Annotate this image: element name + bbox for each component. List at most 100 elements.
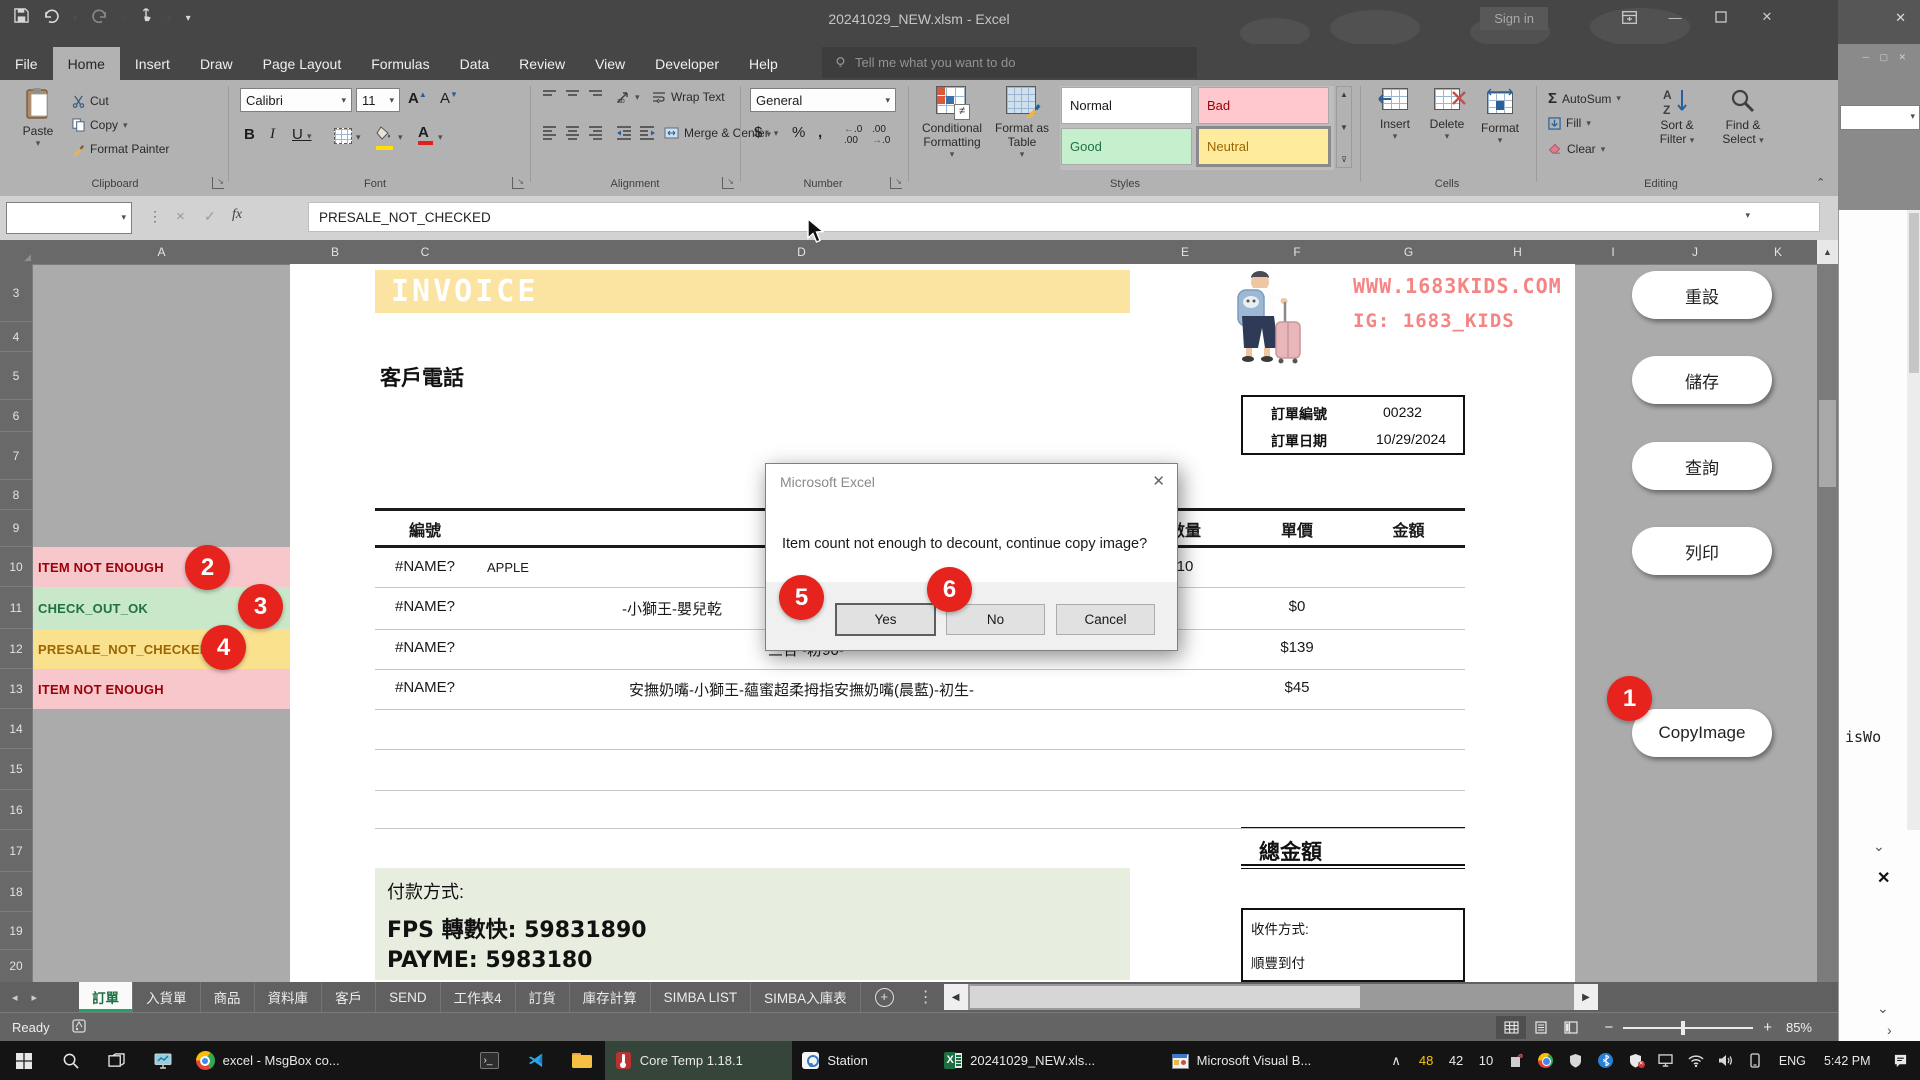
row-header-16[interactable]: 16 (0, 790, 33, 830)
hscroll-left-icon[interactable]: ◀ (944, 984, 968, 1010)
row-header-18[interactable]: 18 (0, 872, 33, 912)
underline-button[interactable]: U ▾ (292, 126, 312, 143)
macro-record-icon[interactable] (72, 1019, 86, 1036)
row-header-13[interactable]: 13 (0, 669, 33, 709)
tab-page-layout[interactable]: Page Layout (248, 47, 357, 80)
bold-button[interactable]: B (244, 126, 255, 143)
tray-wifi-icon[interactable] (1681, 1041, 1711, 1080)
tab-insert[interactable]: Insert (120, 47, 185, 80)
expand-formula-bar-icon[interactable]: ▾ (1745, 210, 1750, 221)
tab-developer[interactable]: Developer (640, 47, 734, 80)
coretemp-tray-temp-3[interactable]: 10 (1471, 1041, 1501, 1080)
autosum-button[interactable]: Σ AutoSum▾ (1548, 90, 1621, 107)
cut-button[interactable]: Cut (72, 94, 109, 108)
sign-in-button[interactable]: Sign in (1480, 7, 1548, 30)
alignment-dialog-launcher-icon[interactable]: ↘ (722, 177, 734, 189)
pinned-explorer-button[interactable] (559, 1041, 605, 1080)
decrease-decimal-button[interactable]: .00→.0 (872, 124, 890, 146)
font-color-button[interactable]: A (418, 124, 433, 145)
row-header-19[interactable]: 19 (0, 912, 33, 950)
zoom-in-icon[interactable]: + (1763, 1019, 1772, 1036)
task-view-button[interactable] (94, 1041, 140, 1080)
vertical-scrollbar[interactable] (1817, 264, 1838, 982)
hscroll-right-icon[interactable]: ▶ (1574, 984, 1598, 1010)
style-bad[interactable]: Bad (1198, 87, 1329, 124)
style-good[interactable]: Good (1061, 128, 1192, 165)
save-macro-button[interactable]: 儲存 (1632, 356, 1772, 404)
tray-chrome-icon[interactable] (1531, 1041, 1561, 1080)
taskbar-coretemp-window[interactable]: Core Temp 1.18.1 (605, 1041, 793, 1080)
column-header-f[interactable]: F (1237, 240, 1358, 265)
sheet-tab-dingdan[interactable]: 訂單 (79, 982, 133, 1012)
taskbar-vb-window[interactable]: Microsoft Visual B... (1162, 1041, 1382, 1080)
tray-device-icon[interactable] (1501, 1041, 1531, 1080)
close-button[interactable]: ✕ (1744, 0, 1790, 34)
column-header-i[interactable]: I (1575, 240, 1652, 265)
column-header-g[interactable]: G (1357, 240, 1461, 265)
style-neutral[interactable]: Neutral (1198, 128, 1329, 165)
reset-macro-button[interactable]: 重設 (1632, 271, 1772, 319)
zoom-level[interactable]: 85% (1786, 1020, 1812, 1035)
pinned-terminal-button[interactable]: ›_ (467, 1041, 513, 1080)
coretemp-tray-temp-2[interactable]: 42 (1441, 1041, 1471, 1080)
page-layout-view-icon[interactable] (1526, 1016, 1556, 1039)
tab-data[interactable]: Data (445, 47, 505, 80)
table-row-1-name[interactable]: APPLE (487, 560, 529, 575)
sheet-tab-simba-list[interactable]: SIMBA LIST (651, 982, 752, 1012)
table-row-2-name[interactable]: -小獅王-嬰兒乾 (622, 598, 722, 619)
row-header-7[interactable]: 7 (0, 432, 33, 480)
accounting-format-button[interactable]: $ ▾ (754, 124, 771, 141)
status-cell-item-not-enough-2[interactable]: ITEM NOT ENOUGH (33, 669, 290, 709)
ribbon-display-options-icon[interactable] (1606, 0, 1652, 34)
delete-cells-button[interactable]: Delete▾ (1424, 88, 1470, 142)
insert-cells-button[interactable]: Insert▾ (1372, 88, 1418, 142)
font-color-dropdown-icon[interactable]: ▾ (438, 132, 443, 143)
formula-input[interactable]: PRESALE_NOT_CHECKED (308, 202, 1820, 232)
column-header-k[interactable]: K (1739, 240, 1818, 265)
row-header-15[interactable]: 15 (0, 749, 33, 790)
table-row-4-name[interactable]: 安撫奶嘴-小獅王-蘊蜜超柔拇指安撫奶嘴(晨藍)-初生- (470, 679, 1133, 700)
borders-button[interactable] (334, 128, 352, 144)
row-header-12[interactable]: 12 (0, 629, 33, 669)
sheet-tab-shangpin[interactable]: 商品 (201, 982, 255, 1012)
orientation-button[interactable]: ab▾ (616, 90, 640, 104)
dialog-close-icon[interactable]: ✕ (1152, 472, 1165, 490)
format-cells-button[interactable]: Format▾ (1476, 88, 1524, 146)
gallery-more-icon[interactable]: ⊽ (1341, 155, 1347, 164)
row-header-10[interactable]: 10 (0, 547, 33, 587)
tab-review[interactable]: Review (504, 47, 580, 80)
tell-me-search[interactable]: Tell me what you want to do (822, 47, 1197, 78)
grow-font-button[interactable]: A▲ (408, 90, 427, 107)
tab-draw[interactable]: Draw (185, 47, 248, 80)
tray-expand-icon[interactable]: ∧ (1381, 1041, 1411, 1080)
wrap-text-button[interactable]: Wrap Text (652, 90, 725, 104)
name-box[interactable]: ▾ (6, 202, 132, 234)
percent-style-button[interactable]: % (792, 124, 805, 141)
column-header-b[interactable]: B (290, 240, 381, 265)
table-row-2-code[interactable]: #NAME? (380, 598, 470, 615)
row-header-6[interactable]: 6 (0, 400, 33, 432)
maximize-button[interactable] (1698, 0, 1744, 34)
vb-close-pane-icon[interactable]: ✕ (1877, 868, 1890, 888)
row-header-3[interactable]: 3 (0, 264, 33, 322)
fill-button[interactable]: Fill▾ (1548, 116, 1591, 130)
sheet-tab-simba-rukubiao[interactable]: SIMBA入庫表 (751, 982, 861, 1012)
page-break-view-icon[interactable] (1556, 1016, 1586, 1039)
status-cell-item-not-enough-1[interactable]: ITEM NOT ENOUGH (33, 547, 290, 587)
fill-color-dropdown-icon[interactable]: ▾ (398, 132, 403, 143)
column-header-j[interactable]: J (1651, 240, 1740, 265)
tray-volume-icon[interactable] (1711, 1041, 1741, 1080)
conditional-formatting-button[interactable]: ≠ Conditional Formatting ▾ (916, 86, 988, 160)
vb-chevron-down-2-icon[interactable]: ⌄ (1877, 1000, 1889, 1017)
minimize-button[interactable]: — (1652, 0, 1698, 34)
format-as-table-button[interactable]: Format as Table ▾ (990, 86, 1054, 160)
tabbar-more-icon[interactable]: ⋮ (908, 982, 944, 1012)
clear-button[interactable]: Clear▾ (1548, 142, 1605, 156)
sort-filter-button[interactable]: AZ Sort & Filter ▾ (1648, 86, 1706, 146)
row-header-8[interactable]: 8 (0, 480, 33, 510)
font-family-select[interactable]: Calibri▾ (240, 88, 352, 112)
italic-button[interactable]: I (270, 126, 275, 143)
sheet-nav-arrows[interactable]: ◂▸ (0, 982, 49, 1012)
style-normal[interactable]: Normal (1061, 87, 1192, 124)
table-row-3-price[interactable]: $139 (1237, 639, 1357, 656)
